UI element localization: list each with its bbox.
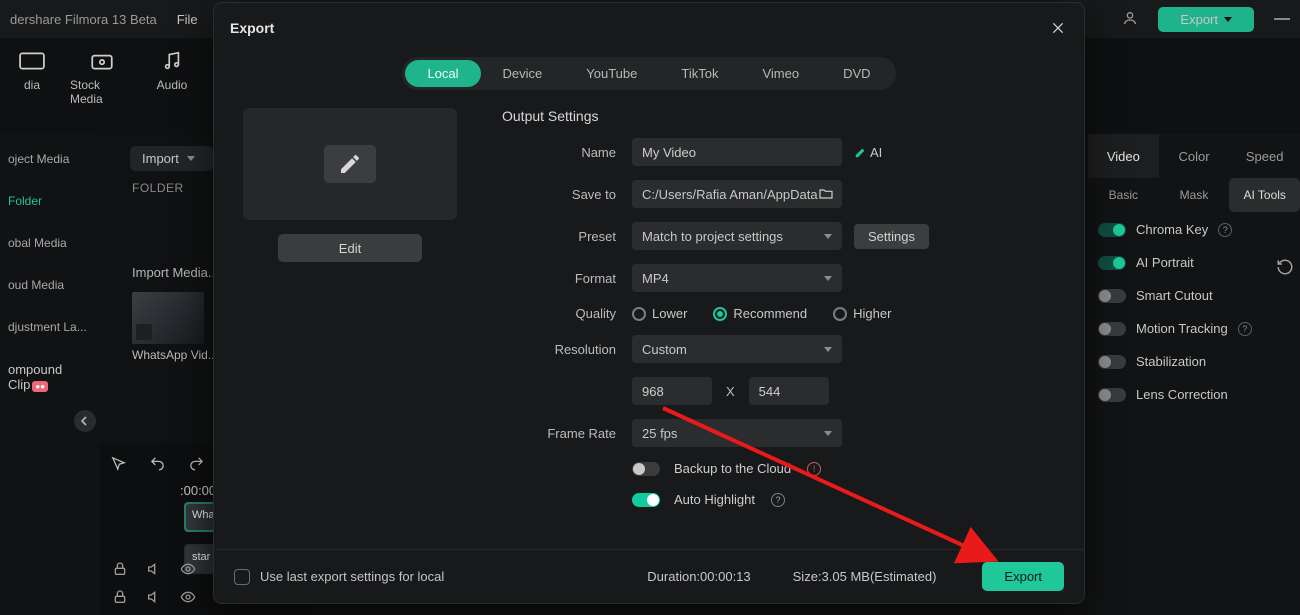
subtab-ai[interactable]: AI Tools	[1229, 178, 1300, 212]
properties-panel: Video Color Speed Basic Mask AI Tools Ch…	[1088, 134, 1300, 615]
tab-color[interactable]: Color	[1159, 134, 1230, 178]
chevron-down-icon	[824, 347, 832, 352]
sidebar-adjustment[interactable]: djustment La...	[0, 310, 100, 344]
eye-icon[interactable]	[180, 589, 196, 605]
minimize-icon[interactable]	[1274, 18, 1290, 20]
chevron-down-icon	[1224, 17, 1232, 22]
uselast-checkbox[interactable]	[234, 569, 250, 585]
lock-icon[interactable]	[112, 589, 128, 605]
autohighlight-toggle[interactable]	[632, 493, 660, 507]
mute-icon[interactable]	[146, 589, 162, 605]
collapse-sidebar-icon[interactable]	[74, 410, 96, 432]
help-icon[interactable]: ?	[1218, 223, 1232, 237]
settings-button[interactable]: Settings	[854, 224, 929, 249]
menu-file[interactable]: File	[177, 12, 198, 27]
toggle-stabilization[interactable]	[1098, 355, 1126, 369]
quality-lower[interactable]: Lower	[632, 306, 687, 321]
app-title: dershare Filmora 13 Beta	[10, 12, 157, 27]
chevron-down-icon	[824, 276, 832, 281]
subtab-mask[interactable]: Mask	[1159, 178, 1230, 212]
mute-icon[interactable]	[146, 561, 162, 577]
reset-icon[interactable]	[1276, 258, 1294, 276]
folder-icon[interactable]	[818, 186, 834, 205]
help-icon[interactable]: ?	[771, 493, 785, 507]
ai-rename-icon[interactable]: AI	[854, 145, 882, 160]
tool-audio[interactable]: Audio	[140, 46, 204, 92]
sidebar-folder[interactable]: Folder	[0, 184, 100, 218]
preset-select[interactable]: Match to project settings	[632, 222, 842, 250]
tool-media[interactable]: dia	[0, 46, 64, 92]
left-sidebar: oject Media Folder obal Media oud Media …	[0, 134, 100, 615]
export-button[interactable]: Export	[982, 562, 1064, 591]
tab-local[interactable]: Local	[405, 60, 480, 87]
undo-icon[interactable]	[149, 455, 166, 472]
toggle-chroma[interactable]	[1098, 223, 1126, 237]
eye-icon[interactable]	[180, 561, 196, 577]
export-button-top[interactable]: Export	[1158, 7, 1254, 32]
toggle-motion[interactable]	[1098, 322, 1126, 336]
tool-stock-media[interactable]: Stock Media	[70, 46, 134, 106]
redo-icon[interactable]	[188, 455, 205, 472]
sidebar-cloud-media[interactable]: oud Media	[0, 268, 100, 302]
quality-higher[interactable]: Higher	[833, 306, 891, 321]
preview-thumbnail[interactable]	[243, 108, 457, 220]
tab-dvd[interactable]: DVD	[821, 60, 892, 87]
sidebar-compound[interactable]: ompound Clip●●	[0, 352, 100, 402]
pencil-icon	[324, 145, 376, 183]
sidebar-global-media[interactable]: obal Media	[0, 226, 100, 260]
tab-device[interactable]: Device	[481, 60, 565, 87]
tab-speed[interactable]: Speed	[1229, 134, 1300, 178]
framerate-select[interactable]: 25 fps	[632, 419, 842, 447]
account-icon[interactable]	[1122, 10, 1138, 29]
tab-vimeo[interactable]: Vimeo	[740, 60, 821, 87]
toggle-lens[interactable]	[1098, 388, 1126, 402]
timecode: :00:00	[180, 483, 216, 498]
name-input[interactable]: My Video	[632, 138, 842, 166]
duration-label: Duration:00:00:13	[647, 569, 750, 584]
chevron-down-icon	[824, 431, 832, 436]
chevron-down-icon	[187, 156, 195, 161]
tab-video[interactable]: Video	[1088, 134, 1159, 178]
resolution-select[interactable]: Custom	[632, 335, 842, 363]
lock-icon[interactable]	[112, 561, 128, 577]
warning-icon[interactable]: !	[807, 462, 821, 476]
sidebar-project-media[interactable]: oject Media	[0, 142, 100, 176]
dialog-title: Export	[230, 20, 274, 36]
backup-toggle[interactable]	[632, 462, 660, 476]
export-tabs: Local Device YouTube TikTok Vimeo DVD	[214, 57, 1084, 90]
film-icon	[136, 324, 152, 340]
format-select[interactable]: MP4	[632, 264, 842, 292]
media-thumbnail[interactable]	[132, 292, 204, 344]
tab-youtube[interactable]: YouTube	[564, 60, 659, 87]
close-icon[interactable]	[1048, 18, 1068, 38]
quality-recommend[interactable]: Recommend	[713, 306, 807, 321]
toggle-smartcutout[interactable]	[1098, 289, 1126, 303]
width-input[interactable]: 968	[632, 377, 712, 405]
height-input[interactable]: 544	[749, 377, 829, 405]
size-label: Size:3.05 MB(Estimated)	[793, 569, 937, 584]
edit-button[interactable]: Edit	[278, 234, 422, 262]
help-icon[interactable]: ?	[1238, 322, 1252, 336]
subtab-basic[interactable]: Basic	[1088, 178, 1159, 212]
saveto-input[interactable]: C:/Users/Rafia Aman/AppData	[632, 180, 842, 208]
output-heading: Output Settings	[502, 108, 1060, 124]
chevron-down-icon	[824, 234, 832, 239]
pointer-icon[interactable]	[110, 455, 127, 472]
toggle-portrait[interactable]	[1098, 256, 1126, 270]
export-dialog: Export Local Device YouTube TikTok Vimeo…	[214, 3, 1084, 603]
import-dropdown[interactable]: Import	[130, 146, 213, 171]
tab-tiktok[interactable]: TikTok	[659, 60, 740, 87]
